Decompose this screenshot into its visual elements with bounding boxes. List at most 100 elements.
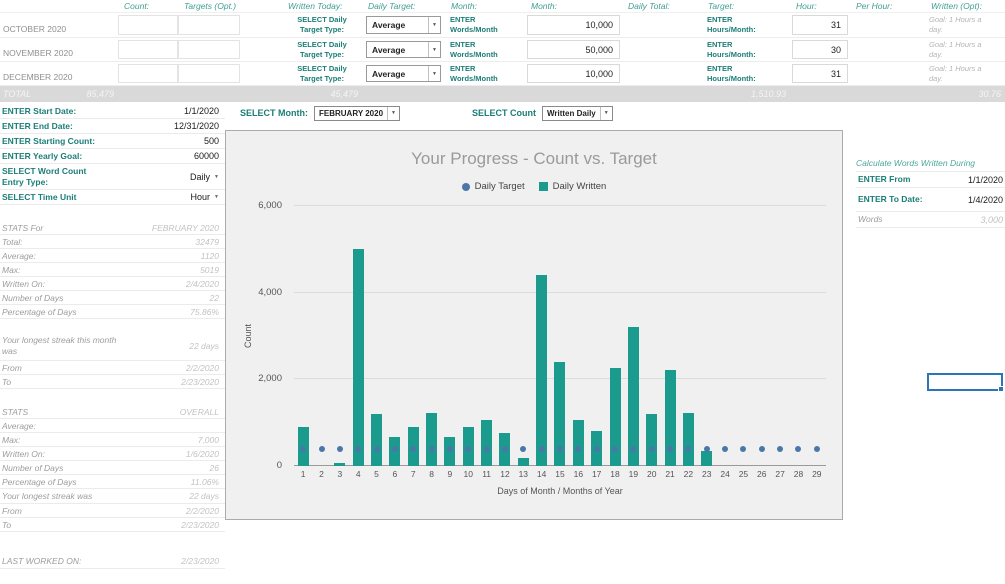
daily-target-point[interactable] bbox=[501, 445, 508, 452]
daily-written-bar[interactable] bbox=[517, 457, 529, 466]
daily-target-point[interactable] bbox=[336, 445, 343, 452]
col-header-targets-opt: Targets (Opt.) bbox=[184, 1, 237, 11]
start-date-input[interactable]: 1/1/2020 bbox=[184, 106, 219, 116]
target-type-dropdown[interactable]: Average ▼ bbox=[366, 41, 441, 58]
chart-day-slot bbox=[771, 206, 789, 466]
daily-target-point[interactable] bbox=[722, 445, 729, 452]
daily-target-point[interactable] bbox=[391, 445, 398, 452]
daily-target-point[interactable] bbox=[575, 445, 582, 452]
x-tick-label: 13 bbox=[518, 469, 529, 479]
x-tick-label: 5 bbox=[374, 469, 379, 479]
daily-target-point[interactable] bbox=[428, 445, 435, 452]
stat-row: Percentage of Days 11.06% bbox=[0, 475, 225, 489]
daily-written-bar[interactable] bbox=[536, 275, 548, 466]
daily-target-point[interactable] bbox=[373, 445, 380, 452]
daily-written-bar[interactable] bbox=[701, 450, 713, 466]
goal-note: Goal: 1 Hours a day. bbox=[929, 40, 982, 60]
daily-target-point[interactable] bbox=[777, 445, 784, 452]
chart-day-slot bbox=[698, 206, 716, 466]
words-month-input[interactable]: 50,000 bbox=[527, 40, 620, 59]
total-label: TOTAL bbox=[3, 89, 32, 99]
x-tick-label: 25 bbox=[738, 469, 749, 479]
daily-target-point[interactable] bbox=[355, 445, 362, 452]
targets-input-cell[interactable] bbox=[178, 15, 240, 35]
daily-target-point[interactable] bbox=[795, 445, 802, 452]
words-month-input[interactable]: 10,000 bbox=[527, 64, 620, 83]
chevron-down-icon: ▼ bbox=[214, 173, 219, 180]
daily-target-point[interactable] bbox=[612, 445, 619, 452]
month-label: DECEMBER 2020 bbox=[3, 72, 73, 82]
targets-input-cell[interactable] bbox=[178, 64, 240, 83]
target-type-dropdown[interactable]: Average ▼ bbox=[366, 16, 441, 34]
end-date-input[interactable]: 12/31/2020 bbox=[174, 121, 219, 131]
field-label: SELECT Time Unit bbox=[2, 192, 77, 202]
to-date-row: ENTER To Date: 1/4/2020 bbox=[856, 188, 1005, 212]
hours-month-input[interactable]: 31 bbox=[792, 64, 848, 83]
chart-day-slot bbox=[441, 206, 459, 466]
hours-month-input[interactable]: 31 bbox=[792, 15, 848, 35]
daily-written-bar[interactable] bbox=[426, 412, 438, 466]
daily-target-point[interactable] bbox=[667, 445, 674, 452]
entry-type-dropdown[interactable]: Daily ▼ bbox=[190, 172, 219, 182]
daily-target-point[interactable] bbox=[740, 445, 747, 452]
to-date-input[interactable]: 1/4/2020 bbox=[968, 195, 1003, 205]
daily-written-bar[interactable] bbox=[371, 414, 383, 466]
daily-target-point[interactable] bbox=[318, 445, 325, 452]
daily-target-point[interactable] bbox=[703, 445, 710, 452]
daily-target-point[interactable] bbox=[446, 445, 453, 452]
daily-target-legend-marker bbox=[461, 182, 470, 191]
daily-written-bar[interactable] bbox=[481, 419, 493, 466]
progress-chart[interactable]: Your Progress - Count vs. Target Daily T… bbox=[225, 130, 843, 520]
hours-month-input[interactable]: 30 bbox=[792, 40, 848, 59]
count-select[interactable]: Written Daily ▼ bbox=[541, 105, 613, 121]
daily-written-legend-marker bbox=[538, 182, 548, 191]
month-select[interactable]: FEBRUARY 2020 ▼ bbox=[314, 105, 400, 121]
daily-target-point[interactable] bbox=[465, 445, 472, 452]
yearly-goal-input[interactable]: 60000 bbox=[194, 151, 219, 161]
count-input-cell[interactable] bbox=[118, 64, 178, 83]
count-input-cell[interactable] bbox=[118, 40, 178, 59]
daily-target-point[interactable] bbox=[520, 445, 527, 452]
daily-target-point[interactable] bbox=[813, 445, 820, 452]
daily-target-point[interactable] bbox=[556, 445, 563, 452]
daily-target-point[interactable] bbox=[483, 445, 490, 452]
month-row-october: OCTOBER 2020 SELECT Daily Target Type: Av… bbox=[0, 13, 1005, 38]
daily-written-bar[interactable] bbox=[334, 462, 346, 466]
daily-target-point[interactable] bbox=[758, 445, 765, 452]
count-input-cell[interactable] bbox=[118, 15, 178, 35]
stat-row: Written On: 2/4/2020 bbox=[0, 277, 225, 291]
daily-written-bar[interactable] bbox=[646, 414, 658, 466]
daily-target-legend-label: Daily Target bbox=[474, 181, 525, 192]
x-tick-label: 14 bbox=[536, 469, 547, 479]
corner-cell bbox=[0, 11, 118, 12]
plot-area bbox=[294, 205, 826, 466]
daily-target-point[interactable] bbox=[410, 445, 417, 452]
field-label: SELECT Word Count Entry Type: bbox=[2, 165, 87, 187]
daily-written-bar[interactable] bbox=[572, 419, 584, 466]
x-tick-label: 16 bbox=[573, 469, 584, 479]
daily-target-point[interactable] bbox=[648, 445, 655, 452]
time-unit-dropdown[interactable]: Hour ▼ bbox=[191, 192, 219, 202]
chart-day-slot bbox=[808, 206, 826, 466]
chart-day-slot bbox=[588, 206, 606, 466]
from-date-input[interactable]: 1/1/2020 bbox=[968, 175, 1003, 185]
daily-written-bar[interactable] bbox=[682, 412, 694, 466]
target-type-dropdown[interactable]: Average ▼ bbox=[366, 65, 441, 82]
selected-cell[interactable] bbox=[927, 373, 1004, 392]
starting-count-input[interactable]: 500 bbox=[204, 136, 219, 146]
daily-target-type-label: SELECT Daily Target Type: bbox=[297, 39, 347, 59]
x-tick-label: 7 bbox=[410, 469, 416, 479]
chevron-down-icon: ▼ bbox=[387, 106, 399, 120]
field-label: ENTER End Date: bbox=[2, 121, 73, 131]
targets-input-cell[interactable] bbox=[178, 40, 240, 59]
daily-target-point[interactable] bbox=[593, 445, 600, 452]
total-written-today: 45,479 bbox=[330, 89, 358, 99]
x-tick-label: 29 bbox=[812, 469, 822, 479]
month-row-december: DECEMBER 2020 SELECT Daily Target Type: A… bbox=[0, 62, 1005, 86]
daily-target-point[interactable] bbox=[538, 445, 545, 452]
daily-written-bar[interactable] bbox=[352, 248, 364, 466]
daily-target-point[interactable] bbox=[300, 445, 307, 452]
words-month-input[interactable]: 10,000 bbox=[527, 15, 620, 35]
